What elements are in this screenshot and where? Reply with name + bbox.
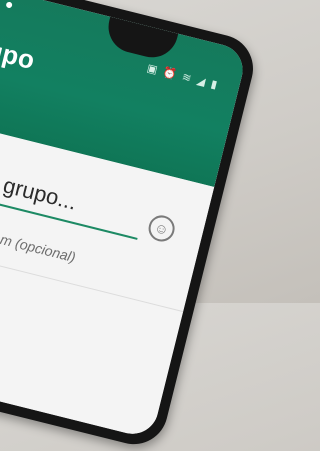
status-bar: ▣ ⏰ ≋ ◢ ▮	[146, 61, 219, 91]
group-name-input[interactable]: me do grupo...	[0, 156, 146, 240]
nfc-icon: ▣	[145, 62, 159, 77]
page-title: rupo	[0, 31, 39, 76]
alarm-icon: ⏰	[161, 66, 178, 82]
phone-screen: ▣ ⏰ ≋ ◢ ▮ rupo me me do grupo... ☺ uma i…	[0, 0, 249, 440]
battery-icon: ▮	[209, 78, 219, 92]
emoji-icon[interactable]: ☺	[145, 212, 178, 245]
phone: ▣ ⏰ ≋ ◢ ▮ rupo me me do grupo... ☺ uma i…	[0, 0, 261, 451]
camera-notch	[103, 16, 179, 63]
signal-icon: ◢	[195, 74, 207, 89]
wifi-icon: ≋	[180, 71, 193, 85]
back-indicator-icon[interactable]	[5, 1, 13, 9]
